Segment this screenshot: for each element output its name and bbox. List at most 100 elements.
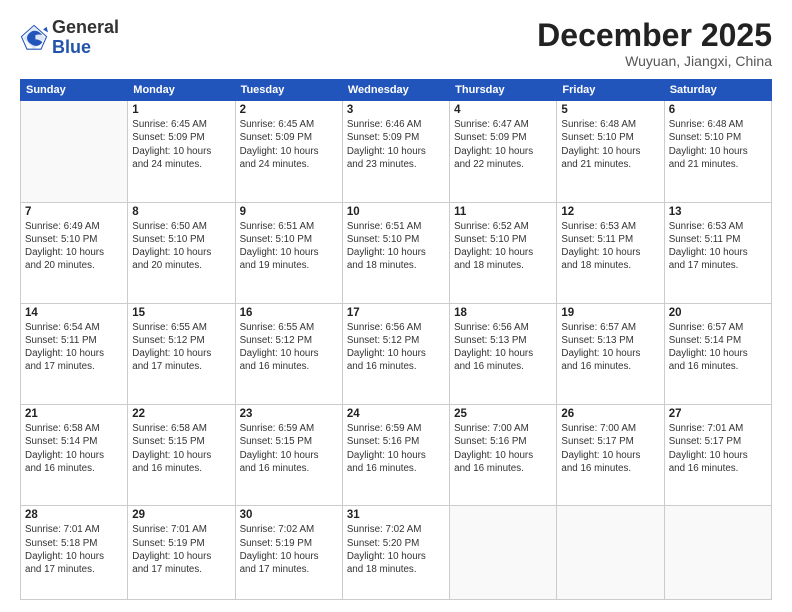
table-row (664, 506, 771, 600)
day-info: Sunrise: 6:58 AM Sunset: 5:14 PM Dayligh… (25, 422, 123, 475)
header-friday: Friday (557, 80, 664, 101)
table-row (450, 506, 557, 600)
table-row: 13Sunrise: 6:53 AM Sunset: 5:11 PM Dayli… (664, 202, 771, 303)
day-info: Sunrise: 6:54 AM Sunset: 5:11 PM Dayligh… (25, 321, 123, 374)
day-info: Sunrise: 6:59 AM Sunset: 5:16 PM Dayligh… (347, 422, 445, 475)
day-number: 28 (25, 509, 123, 521)
table-row: 31Sunrise: 7:02 AM Sunset: 5:20 PM Dayli… (342, 506, 449, 600)
day-number: 11 (454, 206, 552, 218)
table-row: 14 Sunrise: 6:54 AM Sunset: 5:11 PM Dayli… (21, 303, 128, 404)
header-saturday: Saturday (664, 80, 771, 101)
day-info: Sunrise: 6:48 AM Sunset: 5:10 PM Dayligh… (669, 118, 767, 171)
location: Wuyuan, Jiangxi, China (537, 53, 772, 69)
day-info: Sunrise: 6:45 AM Sunset: 5:09 PM Dayligh… (240, 118, 338, 171)
table-row: 27 Sunrise: 7:01 AM Sunset: 5:17 PM Dayli… (664, 405, 771, 506)
day-info: Sunrise: 6:51 AM Sunset: 5:10 PM Dayligh… (240, 220, 338, 273)
header-monday: Monday (128, 80, 235, 101)
day-number: 27 (669, 408, 767, 420)
day-number: 30 (240, 509, 338, 521)
day-info: Sunrise: 6:46 AM Sunset: 5:09 PM Dayligh… (347, 118, 445, 171)
day-number: 10 (347, 206, 445, 218)
calendar-table: Sunday Monday Tuesday Wednesday Thursday… (20, 79, 772, 600)
table-row: 15Sunrise: 6:55 AM Sunset: 5:12 PM Dayli… (128, 303, 235, 404)
table-row: 12Sunrise: 6:53 AM Sunset: 5:11 PM Dayli… (557, 202, 664, 303)
day-number: 24 (347, 408, 445, 420)
table-row (557, 506, 664, 600)
day-info: Sunrise: 7:01 AM Sunset: 5:19 PM Dayligh… (132, 523, 230, 576)
week-row-4: 21 Sunrise: 6:58 AM Sunset: 5:14 PM Dayli… (21, 405, 772, 506)
day-number: 16 (240, 307, 338, 319)
header-wednesday: Wednesday (342, 80, 449, 101)
day-number: 5 (561, 104, 659, 116)
day-info: Sunrise: 6:58 AM Sunset: 5:15 PM Dayligh… (132, 422, 230, 475)
logo-text: General Blue (52, 18, 119, 58)
table-row: 26Sunrise: 7:00 AM Sunset: 5:17 PM Dayli… (557, 405, 664, 506)
day-info: Sunrise: 6:56 AM Sunset: 5:12 PM Dayligh… (347, 321, 445, 374)
header-thursday: Thursday (450, 80, 557, 101)
week-row-1: 1 Sunrise: 6:45 AM Sunset: 5:09 PM Daylig… (21, 101, 772, 202)
day-info: Sunrise: 6:47 AM Sunset: 5:09 PM Dayligh… (454, 118, 552, 171)
day-number: 1 (132, 104, 230, 116)
table-row: 9 Sunrise: 6:51 AM Sunset: 5:10 PM Daylig… (235, 202, 342, 303)
day-number: 8 (132, 206, 230, 218)
table-row: 8 Sunrise: 6:50 AM Sunset: 5:10 PM Daylig… (128, 202, 235, 303)
table-row: 7 Sunrise: 6:49 AM Sunset: 5:10 PM Daylig… (21, 202, 128, 303)
table-row: 24 Sunrise: 6:59 AM Sunset: 5:16 PM Dayli… (342, 405, 449, 506)
day-number: 13 (669, 206, 767, 218)
table-row: 5Sunrise: 6:48 AM Sunset: 5:10 PM Daylig… (557, 101, 664, 202)
day-number: 4 (454, 104, 552, 116)
day-info: Sunrise: 6:53 AM Sunset: 5:11 PM Dayligh… (561, 220, 659, 273)
day-info: Sunrise: 7:00 AM Sunset: 5:17 PM Dayligh… (561, 422, 659, 475)
table-row: 20 Sunrise: 6:57 AM Sunset: 5:14 PM Dayli… (664, 303, 771, 404)
day-info: Sunrise: 7:02 AM Sunset: 5:20 PM Dayligh… (347, 523, 445, 576)
day-number: 21 (25, 408, 123, 420)
logo-blue-text: Blue (52, 38, 119, 58)
table-row: 16 Sunrise: 6:55 AM Sunset: 5:12 PM Dayli… (235, 303, 342, 404)
table-row: 28 Sunrise: 7:01 AM Sunset: 5:18 PM Dayli… (21, 506, 128, 600)
table-row: 2 Sunrise: 6:45 AM Sunset: 5:09 PM Daylig… (235, 101, 342, 202)
day-number: 17 (347, 307, 445, 319)
day-number: 23 (240, 408, 338, 420)
day-number: 7 (25, 206, 123, 218)
day-info: Sunrise: 6:45 AM Sunset: 5:09 PM Dayligh… (132, 118, 230, 171)
table-row: 19Sunrise: 6:57 AM Sunset: 5:13 PM Dayli… (557, 303, 664, 404)
day-info: Sunrise: 6:55 AM Sunset: 5:12 PM Dayligh… (132, 321, 230, 374)
week-row-2: 7 Sunrise: 6:49 AM Sunset: 5:10 PM Daylig… (21, 202, 772, 303)
day-number: 29 (132, 509, 230, 521)
day-info: Sunrise: 6:49 AM Sunset: 5:10 PM Dayligh… (25, 220, 123, 273)
header: General Blue December 2025 Wuyuan, Jiang… (20, 18, 772, 69)
day-info: Sunrise: 7:00 AM Sunset: 5:16 PM Dayligh… (454, 422, 552, 475)
table-row: 10 Sunrise: 6:51 AM Sunset: 5:10 PM Dayli… (342, 202, 449, 303)
table-row: 1 Sunrise: 6:45 AM Sunset: 5:09 PM Daylig… (128, 101, 235, 202)
day-info: Sunrise: 7:01 AM Sunset: 5:17 PM Dayligh… (669, 422, 767, 475)
day-info: Sunrise: 6:56 AM Sunset: 5:13 PM Dayligh… (454, 321, 552, 374)
day-number: 20 (669, 307, 767, 319)
day-number: 14 (25, 307, 123, 319)
day-number: 3 (347, 104, 445, 116)
logo-icon (20, 24, 48, 52)
header-sunday: Sunday (21, 80, 128, 101)
table-row: 11 Sunrise: 6:52 AM Sunset: 5:10 PM Dayli… (450, 202, 557, 303)
day-info: Sunrise: 6:51 AM Sunset: 5:10 PM Dayligh… (347, 220, 445, 273)
day-number: 22 (132, 408, 230, 420)
day-info: Sunrise: 7:01 AM Sunset: 5:18 PM Dayligh… (25, 523, 123, 576)
day-info: Sunrise: 6:52 AM Sunset: 5:10 PM Dayligh… (454, 220, 552, 273)
day-info: Sunrise: 6:50 AM Sunset: 5:10 PM Dayligh… (132, 220, 230, 273)
table-row: 21 Sunrise: 6:58 AM Sunset: 5:14 PM Dayli… (21, 405, 128, 506)
weekday-header-row: Sunday Monday Tuesday Wednesday Thursday… (21, 80, 772, 101)
day-info: Sunrise: 6:59 AM Sunset: 5:15 PM Dayligh… (240, 422, 338, 475)
table-row: 18Sunrise: 6:56 AM Sunset: 5:13 PM Dayli… (450, 303, 557, 404)
day-info: Sunrise: 6:55 AM Sunset: 5:12 PM Dayligh… (240, 321, 338, 374)
table-row: 17 Sunrise: 6:56 AM Sunset: 5:12 PM Dayli… (342, 303, 449, 404)
day-number: 2 (240, 104, 338, 116)
table-row: 3 Sunrise: 6:46 AM Sunset: 5:09 PM Daylig… (342, 101, 449, 202)
day-number: 9 (240, 206, 338, 218)
table-row: 22 Sunrise: 6:58 AM Sunset: 5:15 PM Dayli… (128, 405, 235, 506)
day-info: Sunrise: 6:57 AM Sunset: 5:14 PM Dayligh… (669, 321, 767, 374)
header-tuesday: Tuesday (235, 80, 342, 101)
table-row: 29 Sunrise: 7:01 AM Sunset: 5:19 PM Dayli… (128, 506, 235, 600)
day-number: 6 (669, 104, 767, 116)
table-row: 23 Sunrise: 6:59 AM Sunset: 5:15 PM Dayli… (235, 405, 342, 506)
day-number: 25 (454, 408, 552, 420)
table-row (21, 101, 128, 202)
